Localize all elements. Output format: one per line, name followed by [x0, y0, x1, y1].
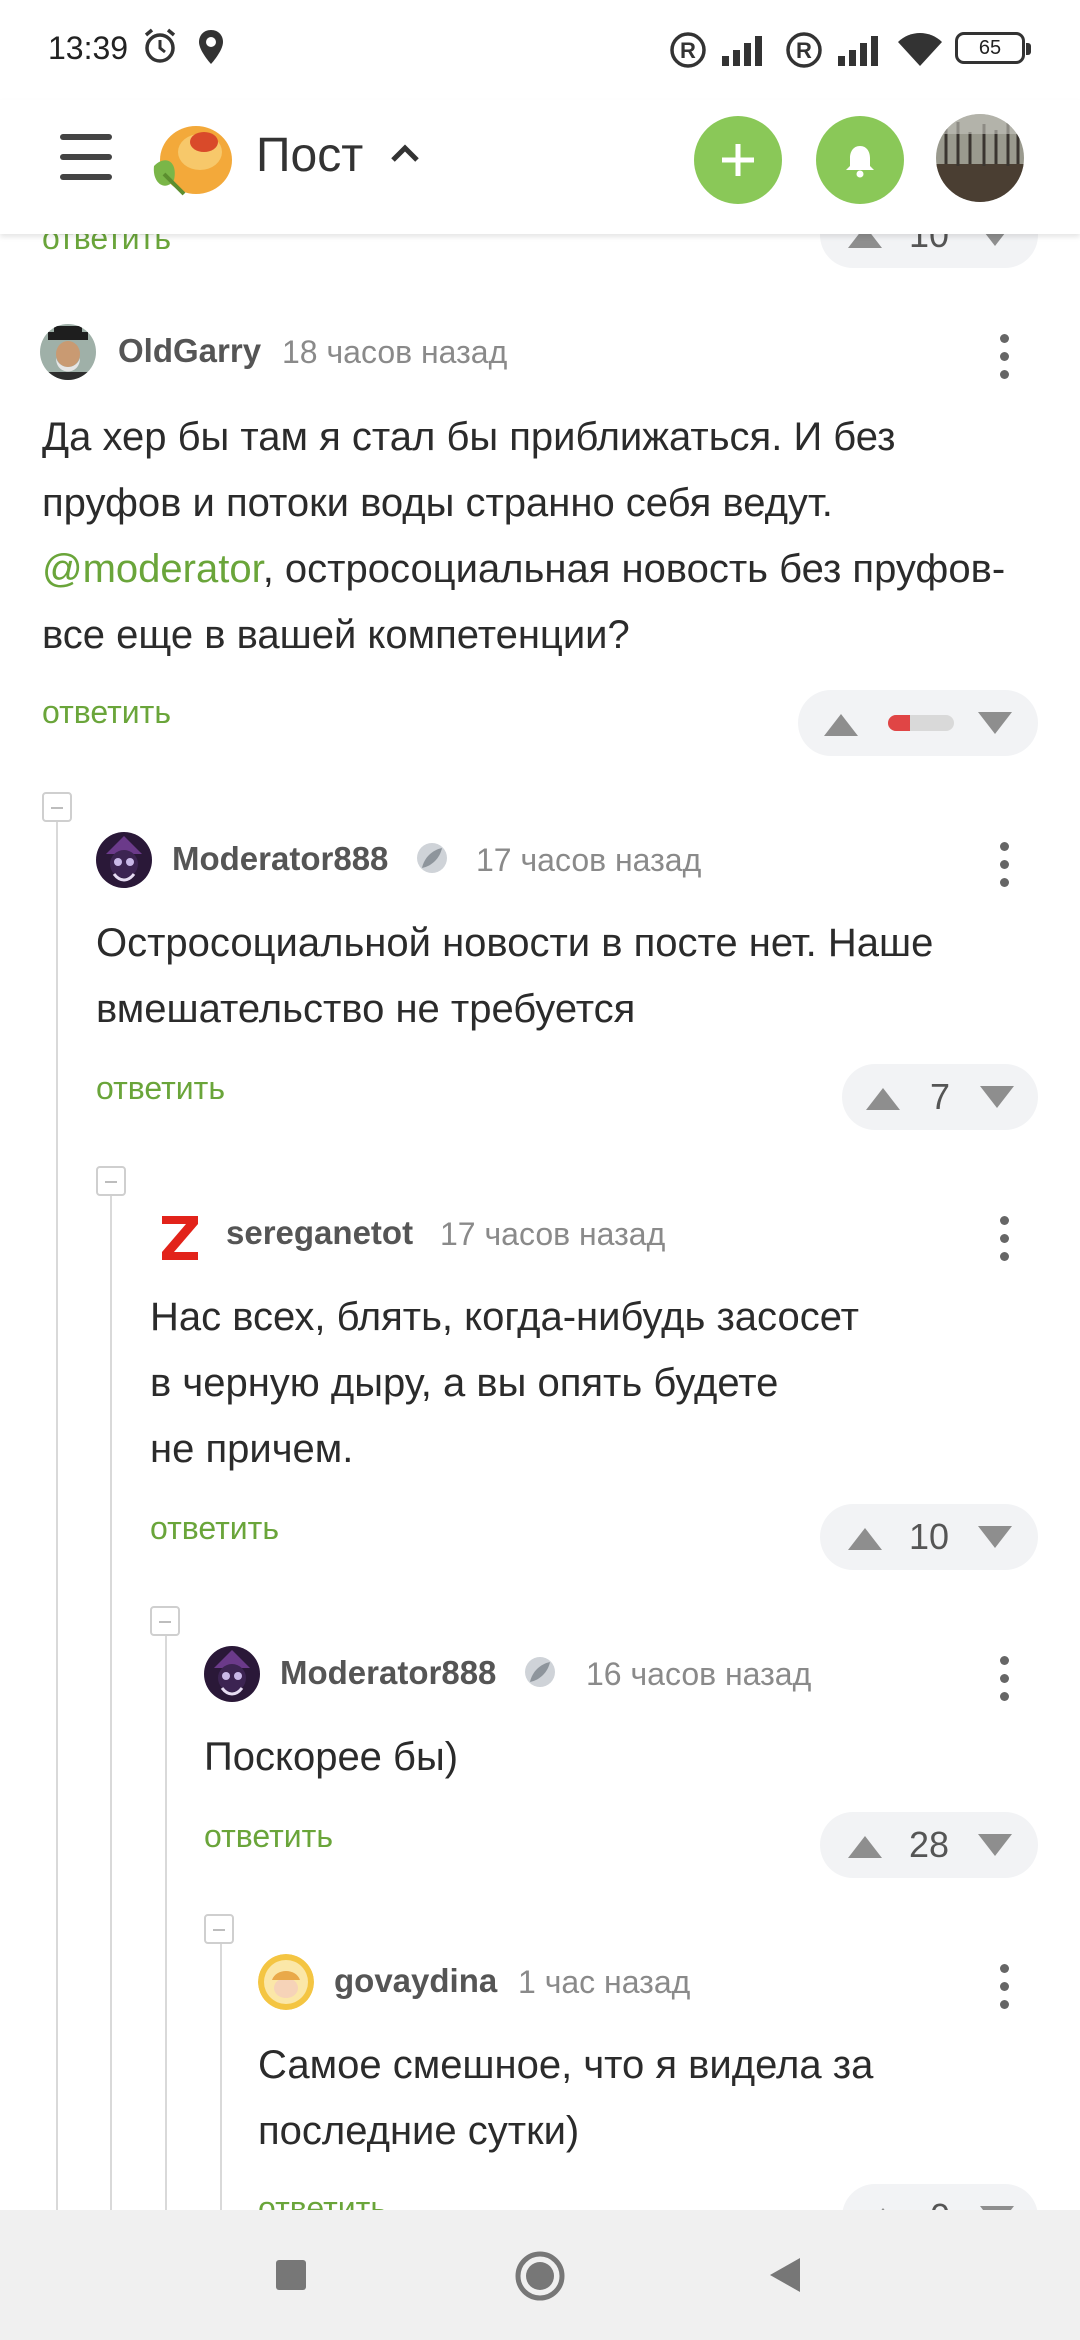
svg-text:R: R: [796, 38, 812, 63]
arrow-down-icon[interactable]: [976, 1834, 1014, 1858]
reply-button[interactable]: ответить: [42, 234, 171, 257]
thread-line: [110, 1189, 112, 2210]
kebab-icon[interactable]: [1000, 1964, 1012, 2018]
battery-indicator: 65: [955, 32, 1031, 64]
avatar[interactable]: [96, 832, 152, 888]
rating-bar: [888, 715, 954, 731]
collapse-thread-toggle[interactable]: [150, 1606, 180, 1636]
arrow-down-icon[interactable]: [976, 234, 1014, 248]
logo-icon[interactable]: [144, 114, 236, 206]
location-icon: [199, 30, 223, 64]
arrow-down-icon[interactable]: [976, 712, 1014, 736]
comment-time: 17 часов назад: [476, 842, 702, 878]
system-nav-bar: [0, 2210, 1080, 2340]
avatar[interactable]: [258, 1954, 314, 2010]
status-bar: 13:39 R R 65: [0, 0, 1080, 100]
comments-list: ответить 10 OldGarry 18 часов назад Да х…: [0, 234, 1080, 2210]
arrow-down-icon[interactable]: [976, 1526, 1014, 1550]
thread-line: [165, 1609, 167, 2210]
status-time: 13:39: [48, 30, 129, 66]
reply-button[interactable]: ответить: [42, 694, 171, 731]
comment-text: Самое смешное, что я видела за последние…: [258, 2043, 874, 2153]
chevron-up-icon[interactable]: [390, 142, 420, 164]
rating-value: 0: [905, 2196, 975, 2210]
arrow-up-icon[interactable]: [846, 234, 884, 248]
kebab-icon[interactable]: [1000, 1656, 1012, 1710]
rating-value: 10: [908, 234, 950, 255]
vote-widget: 10: [820, 1504, 1038, 1570]
rating-value: 28: [908, 1824, 950, 1865]
bell-icon: [846, 146, 874, 178]
circle-icon[interactable]: [514, 2250, 566, 2302]
comment-author[interactable]: OldGarry: [118, 332, 261, 370]
avatar[interactable]: [152, 1208, 208, 1264]
roaming-icon: R: [786, 32, 822, 68]
comment-author[interactable]: sereganetot: [226, 1214, 413, 1252]
vote-widget: [798, 690, 1038, 756]
moderator-badge-icon: [525, 1657, 555, 1687]
plus-icon: [722, 144, 754, 176]
hamburger-icon[interactable]: [60, 132, 112, 184]
rating-value: 7: [929, 1076, 951, 1117]
reply-button[interactable]: ответить: [204, 1818, 333, 1855]
comment-time: 18 часов назад: [282, 334, 508, 370]
comment-text: Остросоциальной новости в посте нет. Наш…: [96, 921, 934, 1031]
kebab-icon[interactable]: [1000, 1216, 1012, 1270]
reply-button[interactable]: ответить: [258, 2190, 387, 2210]
wifi-icon: [898, 33, 942, 66]
roaming-icon: R: [670, 32, 706, 68]
square-icon[interactable]: [274, 2258, 308, 2292]
comment-text: Нас всех, блять, когда-нибудь засосет в …: [150, 1295, 859, 1471]
app-header: Пост: [0, 100, 1080, 234]
reply-button[interactable]: ответить: [96, 1070, 225, 1107]
kebab-icon[interactable]: [1000, 334, 1012, 388]
mention-link[interactable]: @moderator: [42, 547, 263, 591]
vote-widget: 0: [842, 2184, 1038, 2210]
comment-author[interactable]: govaydina: [334, 1962, 497, 2000]
signal-icon: [838, 36, 878, 66]
comment-time: 1 час назад: [518, 1964, 691, 2000]
back-icon[interactable]: [766, 2256, 802, 2294]
rating-value: 10: [908, 1516, 950, 1557]
vote-widget: 10: [820, 234, 1038, 268]
page-title[interactable]: Пост: [256, 128, 363, 183]
kebab-icon[interactable]: [1000, 842, 1012, 896]
add-post-button[interactable]: [694, 116, 782, 204]
alarm-icon: [144, 28, 176, 63]
avatar[interactable]: [40, 324, 96, 380]
arrow-up-icon[interactable]: [846, 1834, 884, 1858]
notifications-button[interactable]: [816, 116, 904, 204]
comment-time: 17 часов назад: [440, 1216, 666, 1252]
comment-author[interactable]: Moderator888: [280, 1654, 496, 1692]
collapse-thread-toggle[interactable]: [96, 1166, 126, 1196]
arrow-up-icon[interactable]: [864, 1086, 902, 1110]
signal-icon: [722, 36, 762, 66]
collapse-thread-toggle[interactable]: [42, 792, 72, 822]
vote-widget: 7: [842, 1064, 1038, 1130]
arrow-down-icon[interactable]: [978, 1086, 1016, 1110]
comment-text: Да хер бы там я стал бы приближаться. И …: [42, 415, 1006, 657]
svg-text:R: R: [680, 38, 696, 63]
thread-line: [220, 1917, 222, 2210]
comment-text: Поскорее бы): [204, 1735, 459, 1779]
comment-author[interactable]: Moderator888: [172, 840, 388, 878]
thread-line: [56, 814, 58, 2210]
arrow-up-icon[interactable]: [822, 712, 860, 736]
avatar[interactable]: [204, 1646, 260, 1702]
user-avatar[interactable]: [936, 114, 1024, 202]
moderator-badge-icon: [417, 843, 447, 873]
reply-button[interactable]: ответить: [150, 1510, 279, 1547]
collapse-thread-toggle[interactable]: [204, 1914, 234, 1944]
comment-time: 16 часов назад: [586, 1656, 812, 1692]
vote-widget: 28: [820, 1812, 1038, 1878]
arrow-up-icon[interactable]: [846, 1526, 884, 1550]
